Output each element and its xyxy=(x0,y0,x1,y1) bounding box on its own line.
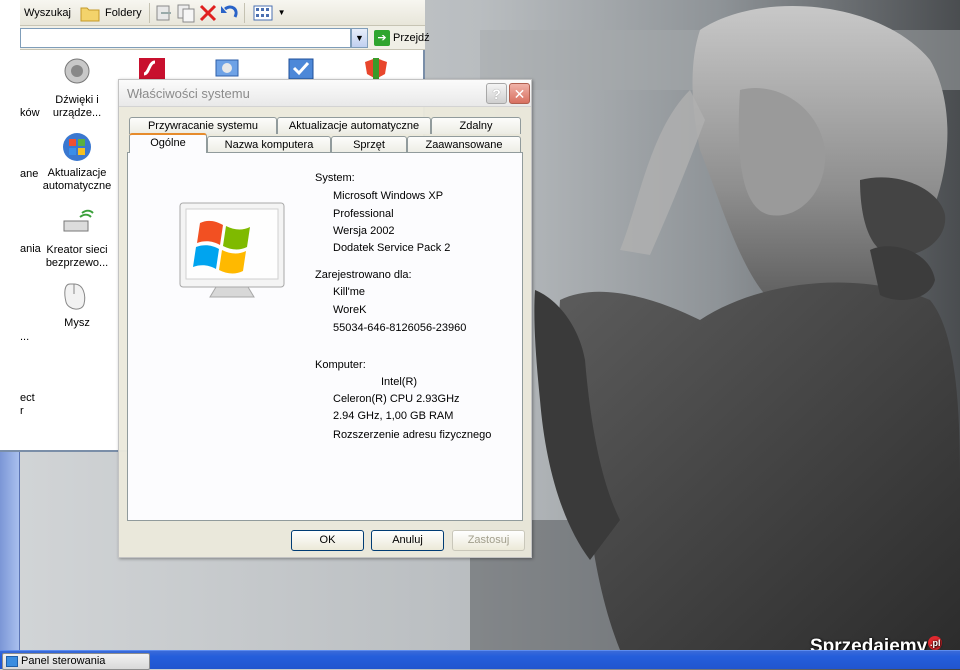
flash-player-icon[interactable] xyxy=(137,56,167,80)
folders-button-label: Foldery xyxy=(104,6,142,19)
help-button[interactable]: ? xyxy=(486,83,507,104)
system-line: Dodatek Service Pack 2 xyxy=(333,242,451,254)
system-line: Microsoft Windows XP xyxy=(333,190,444,202)
copy-to-icon[interactable] xyxy=(175,3,197,23)
tab-automatic-updates[interactable]: Aktualizacje automatyczne xyxy=(277,117,431,134)
dialog-title: Właściwości systemu xyxy=(127,86,250,101)
tab-system-restore[interactable]: Przywracanie systemu xyxy=(129,117,277,134)
close-icon: ✕ xyxy=(513,86,526,102)
go-button[interactable]: ➔ Przejdź xyxy=(374,29,430,47)
tab-general[interactable]: Ogólne xyxy=(129,133,207,153)
taskbar-item-control-panel[interactable]: Panel sterowania xyxy=(2,653,150,670)
registered-line: 55034-646-8126056-23960 xyxy=(333,322,467,334)
registered-heading: Zarejestrowano dla: xyxy=(315,269,412,281)
tab-remote[interactable]: Zdalny xyxy=(431,117,521,134)
go-button-label: Przejdź xyxy=(393,32,430,44)
move-to-icon[interactable] xyxy=(153,3,175,23)
system-heading: System: xyxy=(315,172,355,184)
truncated-label: r xyxy=(20,405,24,417)
computer-line: Celeron(R) CPU 2.93GHz xyxy=(333,393,460,405)
undo-icon[interactable] xyxy=(219,3,241,23)
sounds-devices-label: Dźwięki i urządze... xyxy=(52,94,102,119)
registered-line: Kill'me xyxy=(333,286,366,298)
search-button[interactable]: Wyszukaj xyxy=(20,2,75,24)
mouse-item[interactable]: Mysz xyxy=(37,280,117,330)
general-tab-panel: System: Microsoft Windows XP Professiona… xyxy=(127,152,523,521)
system-line: Professional xyxy=(333,208,394,220)
computer-line: 2.94 GHz, 1,00 GB RAM xyxy=(333,410,454,422)
address-dropdown-chevron-icon[interactable]: ▼ xyxy=(351,28,368,48)
system-properties-dialog: Właściwości systemu ? ✕ Przywracanie sys… xyxy=(118,79,532,558)
go-arrow-icon: ➔ xyxy=(374,30,390,46)
apply-button[interactable]: Zastosuj xyxy=(452,530,525,551)
mouse-icon xyxy=(64,283,86,310)
toolbar-separator xyxy=(243,2,245,23)
folder-icon xyxy=(80,7,100,21)
mouse-label: Mysz xyxy=(64,317,90,329)
windows-update-icon xyxy=(63,133,91,161)
computer-heading: Komputer: xyxy=(315,359,366,371)
chevron-down-icon: ▼ xyxy=(277,8,286,17)
tab-computer-name[interactable]: Nazwa komputera xyxy=(207,136,331,153)
truncated-label: ania xyxy=(20,243,41,255)
cancel-button[interactable]: Anuluj xyxy=(371,530,444,551)
wireless-network-wizard-item[interactable]: Kreator sieci bezprzewo... xyxy=(37,207,117,270)
views-button[interactable]: ▼ xyxy=(248,2,290,24)
help-icon: ? xyxy=(492,86,501,102)
computer-line: Rozszerzenie adresu fizycznego xyxy=(333,429,492,441)
views-icon xyxy=(253,5,273,20)
truncated-label: ... xyxy=(20,331,30,343)
tab-advanced[interactable]: Zaawansowane xyxy=(407,136,521,153)
security-center-shield-icon[interactable] xyxy=(362,56,390,80)
address-input[interactable] xyxy=(20,28,351,48)
automatic-updates-item[interactable]: Aktualizacje automatyczne xyxy=(37,130,117,193)
folders-button[interactable]: Foldery xyxy=(75,2,146,24)
sounds-devices-item[interactable]: Dźwięki i urządze... xyxy=(37,56,117,120)
taskbar-item-label: Panel sterowania xyxy=(21,655,106,667)
truncated-label: ect xyxy=(20,392,35,404)
truncated-label: ków xyxy=(20,107,40,119)
automatic-updates-label: Aktualizacje automatyczne xyxy=(42,167,112,192)
close-button[interactable]: ✕ xyxy=(509,83,530,104)
control-panel-icon xyxy=(6,656,18,667)
toolbar-separator xyxy=(148,2,150,23)
watermark-badge: .pl xyxy=(928,636,943,650)
wireless-network-icon xyxy=(63,209,94,232)
task-scheduler-icon[interactable] xyxy=(286,56,316,80)
wireless-network-wizard-label: Kreator sieci bezprzewo... xyxy=(45,244,109,269)
delete-icon[interactable] xyxy=(197,3,219,23)
system-line: Wersja 2002 xyxy=(333,225,395,237)
truncated-label: ane xyxy=(20,168,39,180)
explorer-toolbar: Wyszukaj Foldery ▼ xyxy=(20,0,425,26)
ok-button[interactable]: OK xyxy=(291,530,364,551)
taskbar: Panel sterowania xyxy=(0,650,960,670)
dialog-titlebar[interactable]: Właściwości systemu ? ✕ xyxy=(119,80,531,107)
windows-xp-monitor-logo-icon xyxy=(179,202,285,298)
address-bar: ▼ ➔ Przejdź xyxy=(20,26,430,50)
search-button-label: Wyszukaj xyxy=(24,6,71,19)
registered-line: WoreK xyxy=(333,304,367,316)
tab-hardware[interactable]: Sprzęt xyxy=(331,136,407,153)
network-settings-icon[interactable] xyxy=(212,56,242,80)
computer-line: Intel(R) xyxy=(381,376,418,388)
